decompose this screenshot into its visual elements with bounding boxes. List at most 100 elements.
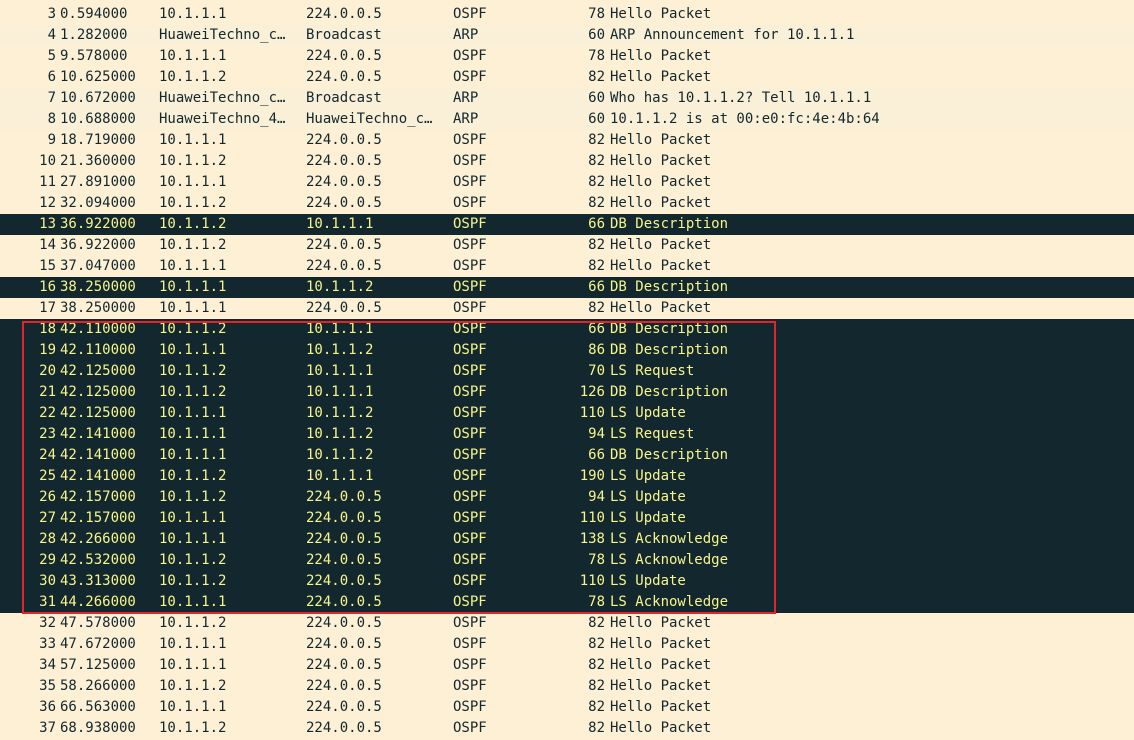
packet-row[interactable]: 32 47.578000 10.1.1.2 224.0.0.5 OSPF 82 Hello … bbox=[0, 613, 1134, 634]
packet-number: 35 bbox=[39, 678, 56, 694]
packet-row[interactable]: 20 42.125000 10.1.1.2 10.1.1.1 OSPF 70 LS Requ… bbox=[0, 361, 1134, 382]
packet-protocol: ARP bbox=[453, 111, 479, 127]
packet-info: Hello Packet bbox=[610, 300, 712, 316]
packet-number: 12 bbox=[39, 195, 56, 211]
packet-row[interactable]: 4 1.282000 HuaweiTechno_c… Broadcast ARP 60 AR… bbox=[0, 25, 1134, 46]
packet-row[interactable]: 15 37.047000 10.1.1.1 224.0.0.5 OSPF 82 Hello … bbox=[0, 256, 1134, 277]
packet-protocol: OSPF bbox=[453, 300, 487, 316]
packet-time: 42.157000 bbox=[60, 510, 136, 526]
packet-row[interactable]: 7 10.672000 HuaweiTechno_c… Broadcast ARP 60 W… bbox=[0, 88, 1134, 109]
packet-row[interactable]: 17 38.250000 10.1.1.1 224.0.0.5 OSPF 82 Hello … bbox=[0, 298, 1134, 319]
packet-destination: 224.0.0.5 bbox=[306, 573, 382, 589]
packet-list[interactable]: 3 0.594000 10.1.1.1 224.0.0.5 OSPF 78 Hello Pa… bbox=[0, 0, 1134, 740]
packet-source: 10.1.1.2 bbox=[159, 153, 227, 169]
packet-number: 28 bbox=[39, 531, 56, 547]
packet-destination: 224.0.0.5 bbox=[306, 699, 382, 715]
packet-row[interactable]: 37 68.938000 10.1.1.2 224.0.0.5 OSPF 82 Hello … bbox=[0, 718, 1134, 739]
packet-time: 66.563000 bbox=[60, 699, 136, 715]
packet-destination: 224.0.0.5 bbox=[306, 594, 382, 610]
packet-row[interactable]: 27 42.157000 10.1.1.1 224.0.0.5 OSPF 110 LS Up… bbox=[0, 508, 1134, 529]
packet-length: 110 bbox=[579, 405, 605, 421]
packet-protocol: OSPF bbox=[453, 720, 487, 736]
packet-source: 10.1.1.1 bbox=[159, 174, 227, 190]
packet-length: 82 bbox=[588, 699, 605, 715]
packet-destination: 224.0.0.5 bbox=[306, 153, 382, 169]
packet-destination: 10.1.1.2 bbox=[306, 279, 374, 295]
packet-row[interactable]: 6 10.625000 10.1.1.2 224.0.0.5 OSPF 82 Hello P… bbox=[0, 67, 1134, 88]
packet-protocol: OSPF bbox=[453, 48, 487, 64]
packet-time: 0.594000 bbox=[60, 6, 128, 22]
packet-row[interactable]: 10 21.360000 10.1.1.2 224.0.0.5 OSPF 82 Hello … bbox=[0, 151, 1134, 172]
packet-info: DB Description bbox=[610, 216, 729, 232]
packet-destination: 224.0.0.5 bbox=[306, 69, 382, 85]
packet-number: 24 bbox=[39, 447, 56, 463]
packet-row[interactable]: 3 0.594000 10.1.1.1 224.0.0.5 OSPF 78 Hello Pa… bbox=[0, 4, 1134, 25]
packet-time: 42.141000 bbox=[60, 426, 136, 442]
packet-row[interactable]: 34 57.125000 10.1.1.1 224.0.0.5 OSPF 82 Hello … bbox=[0, 655, 1134, 676]
packet-time: 42.266000 bbox=[60, 531, 136, 547]
packet-destination: 224.0.0.5 bbox=[306, 657, 382, 673]
packet-protocol: ARP bbox=[453, 27, 479, 43]
packet-time: 36.922000 bbox=[60, 237, 136, 253]
packet-protocol: OSPF bbox=[453, 426, 487, 442]
packet-protocol: OSPF bbox=[453, 615, 487, 631]
packet-row[interactable]: 11 27.891000 10.1.1.1 224.0.0.5 OSPF 82 Hello … bbox=[0, 172, 1134, 193]
packet-row[interactable]: 16 38.250000 10.1.1.1 10.1.1.2 OSPF 66 DB Desc… bbox=[0, 277, 1134, 298]
packet-destination: 224.0.0.5 bbox=[306, 237, 382, 253]
packet-row[interactable]: 29 42.532000 10.1.1.2 224.0.0.5 OSPF 78 LS Ack… bbox=[0, 550, 1134, 571]
packet-protocol: OSPF bbox=[453, 531, 487, 547]
packet-source: 10.1.1.2 bbox=[159, 678, 227, 694]
packet-length: 60 bbox=[588, 90, 605, 106]
packet-row[interactable]: 19 42.110000 10.1.1.1 10.1.1.2 OSPF 86 DB Desc… bbox=[0, 340, 1134, 361]
packet-number: 23 bbox=[39, 426, 56, 442]
packet-info: ARP Announcement for 10.1.1.1 bbox=[610, 27, 855, 43]
packet-protocol: OSPF bbox=[453, 657, 487, 673]
packet-row[interactable]: 28 42.266000 10.1.1.1 224.0.0.5 OSPF 138 LS Ac… bbox=[0, 529, 1134, 550]
packet-row[interactable]: 18 42.110000 10.1.1.2 10.1.1.1 OSPF 66 DB Desc… bbox=[0, 319, 1134, 340]
packet-number: 20 bbox=[39, 363, 56, 379]
packet-info: Hello Packet bbox=[610, 6, 712, 22]
packet-row[interactable]: 5 9.578000 10.1.1.1 224.0.0.5 OSPF 78 Hello Pa… bbox=[0, 46, 1134, 67]
packet-info: Hello Packet bbox=[610, 657, 712, 673]
packet-time: 58.266000 bbox=[60, 678, 136, 694]
packet-info: LS Request bbox=[610, 363, 695, 379]
packet-row[interactable]: 35 58.266000 10.1.1.2 224.0.0.5 OSPF 82 Hello … bbox=[0, 676, 1134, 697]
packet-length: 190 bbox=[579, 468, 605, 484]
packet-protocol: OSPF bbox=[453, 279, 487, 295]
packet-time: 42.141000 bbox=[60, 447, 136, 463]
packet-row[interactable]: 26 42.157000 10.1.1.2 224.0.0.5 OSPF 94 LS Upd… bbox=[0, 487, 1134, 508]
packet-source: 10.1.1.1 bbox=[159, 447, 227, 463]
packet-row[interactable]: 25 42.141000 10.1.1.2 10.1.1.1 OSPF 190 LS Upd… bbox=[0, 466, 1134, 487]
packet-source: 10.1.1.1 bbox=[159, 636, 227, 652]
packet-protocol: OSPF bbox=[453, 195, 487, 211]
packet-row[interactable]: 33 47.672000 10.1.1.1 224.0.0.5 OSPF 82 Hello … bbox=[0, 634, 1134, 655]
packet-time: 44.266000 bbox=[60, 594, 136, 610]
packet-source: HuaweiTechno_c… bbox=[159, 90, 286, 106]
packet-row[interactable]: 36 66.563000 10.1.1.1 224.0.0.5 OSPF 82 Hello … bbox=[0, 697, 1134, 718]
packet-row[interactable]: 30 43.313000 10.1.1.2 224.0.0.5 OSPF 110 LS Up… bbox=[0, 571, 1134, 592]
packet-protocol: OSPF bbox=[453, 363, 487, 379]
packet-row[interactable]: 31 44.266000 10.1.1.1 224.0.0.5 OSPF 78 LS Ack… bbox=[0, 592, 1134, 613]
packet-row[interactable]: 12 32.094000 10.1.1.2 224.0.0.5 OSPF 82 Hello … bbox=[0, 193, 1134, 214]
packet-length: 60 bbox=[588, 27, 605, 43]
packet-row[interactable]: 23 42.141000 10.1.1.1 10.1.1.2 OSPF 94 LS Requ… bbox=[0, 424, 1134, 445]
packet-protocol: OSPF bbox=[453, 384, 487, 400]
packet-row[interactable]: 9 18.719000 10.1.1.1 224.0.0.5 OSPF 82 Hello P… bbox=[0, 130, 1134, 151]
packet-protocol: OSPF bbox=[453, 174, 487, 190]
packet-row[interactable]: 8 10.688000 HuaweiTechno_4… HuaweiTechno_c…… bbox=[0, 109, 1134, 130]
packet-row[interactable]: 21 42.125000 10.1.1.2 10.1.1.1 OSPF 126 DB Des… bbox=[0, 382, 1134, 403]
packet-row[interactable]: 22 42.125000 10.1.1.1 10.1.1.2 OSPF 110 LS Upd… bbox=[0, 403, 1134, 424]
packet-time: 43.313000 bbox=[60, 573, 136, 589]
packet-source: 10.1.1.2 bbox=[159, 216, 227, 232]
packet-source: 10.1.1.1 bbox=[159, 300, 227, 316]
packet-source: 10.1.1.1 bbox=[159, 426, 227, 442]
packet-time: 42.125000 bbox=[60, 405, 136, 421]
packet-length: 70 bbox=[588, 363, 605, 379]
packet-row[interactable]: 14 36.922000 10.1.1.2 224.0.0.5 OSPF 82 Hello … bbox=[0, 235, 1134, 256]
packet-length: 82 bbox=[588, 195, 605, 211]
packet-destination: 224.0.0.5 bbox=[306, 636, 382, 652]
packet-time: 21.360000 bbox=[60, 153, 136, 169]
packet-row[interactable]: 13 36.922000 10.1.1.2 10.1.1.1 OSPF 66 DB Desc… bbox=[0, 214, 1134, 235]
packet-length: 94 bbox=[588, 489, 605, 505]
packet-row[interactable]: 24 42.141000 10.1.1.1 10.1.1.2 OSPF 66 DB Desc… bbox=[0, 445, 1134, 466]
